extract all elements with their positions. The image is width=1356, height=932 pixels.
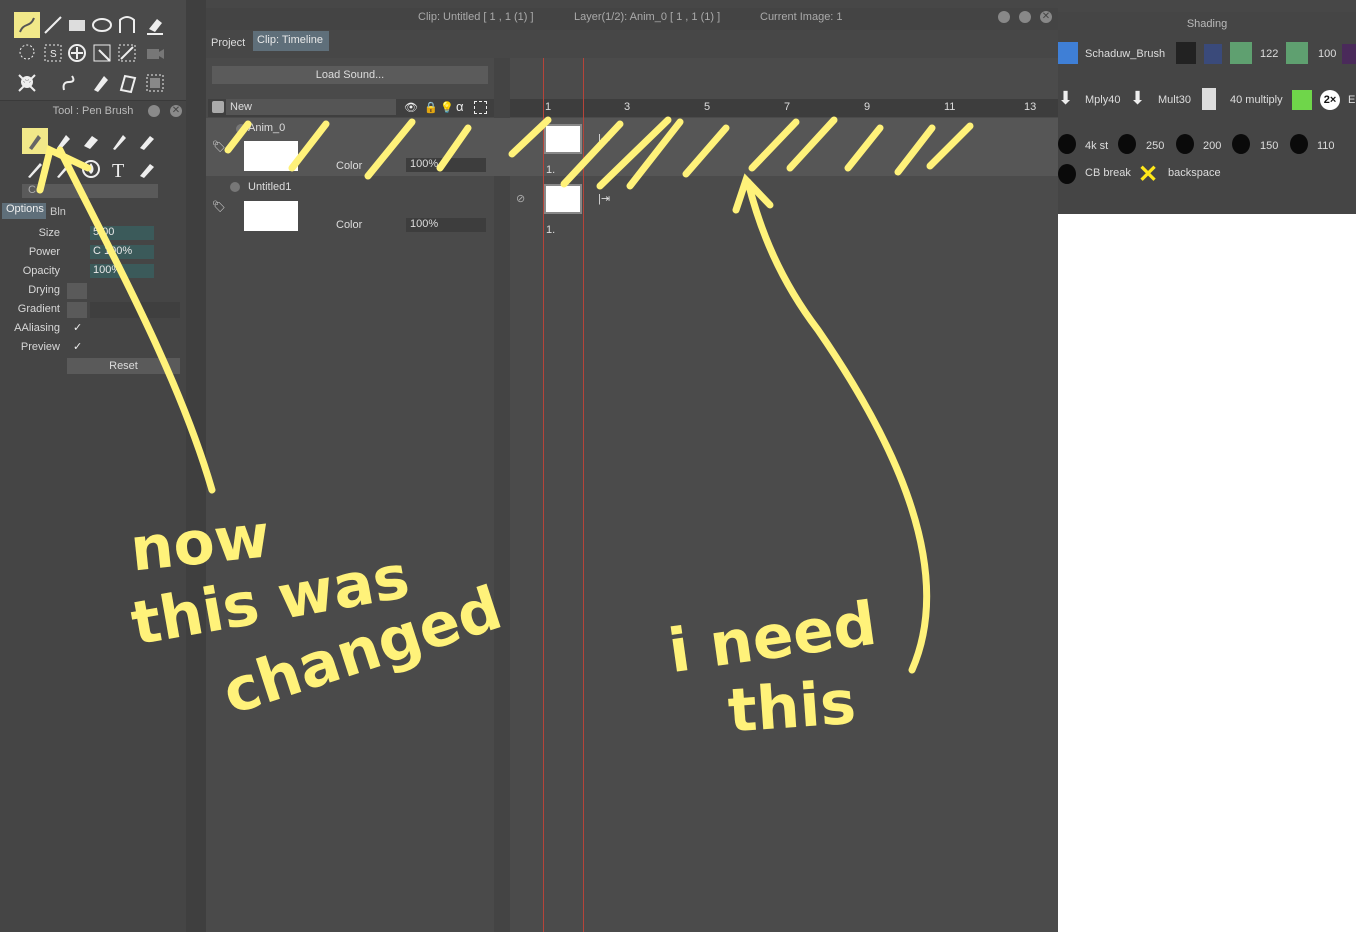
- annotation-line: this: [725, 667, 859, 747]
- hatch-stroke: [224, 120, 252, 154]
- annotation-overlay: [36, 116, 974, 674]
- right-annotation: i need this: [664, 589, 918, 747]
- left-annotation: now this was changed: [126, 500, 510, 728]
- left-arrow-line: [56, 146, 216, 494]
